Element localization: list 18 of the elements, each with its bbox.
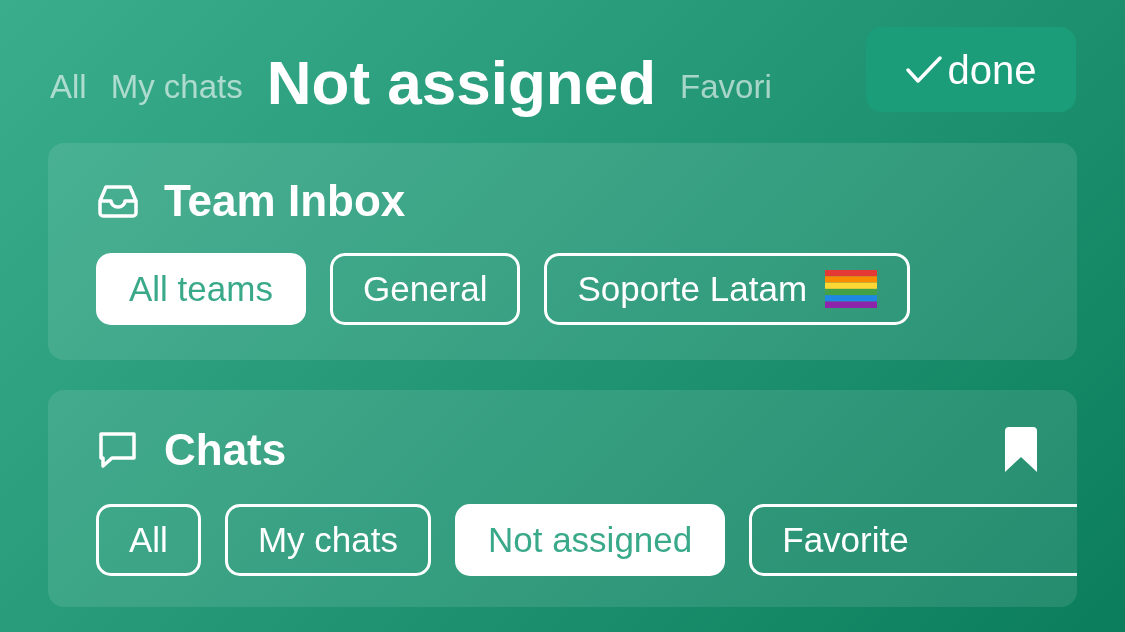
filter-chip[interactable]: All teams	[96, 253, 306, 325]
filter-chip[interactable]: My chats	[224, 504, 431, 576]
done-button[interactable]: done	[866, 27, 1076, 112]
inbox-icon	[96, 183, 140, 219]
filter-chip[interactable]: Soporte Latam	[544, 253, 911, 325]
filter-tab[interactable]: All	[50, 0, 87, 112]
rainbow-flag-icon	[825, 270, 878, 308]
section-title: Team Inbox	[164, 179, 406, 223]
section-title: Chats	[164, 428, 287, 472]
filter-tab[interactable]: Favori	[680, 0, 772, 112]
filter-chip[interactable]: Not assigned	[454, 504, 726, 576]
filter-chip[interactable]: General	[329, 253, 521, 325]
filter-tab[interactable]: My chats	[110, 0, 243, 112]
filter-tab[interactable]: Not assigned	[266, 0, 657, 129]
filter-chip[interactable]: All	[96, 504, 201, 576]
checkmark-icon	[905, 54, 942, 85]
filter-chip[interactable]: Favorite	[749, 504, 1077, 576]
bookmark-icon[interactable]	[1003, 426, 1039, 474]
